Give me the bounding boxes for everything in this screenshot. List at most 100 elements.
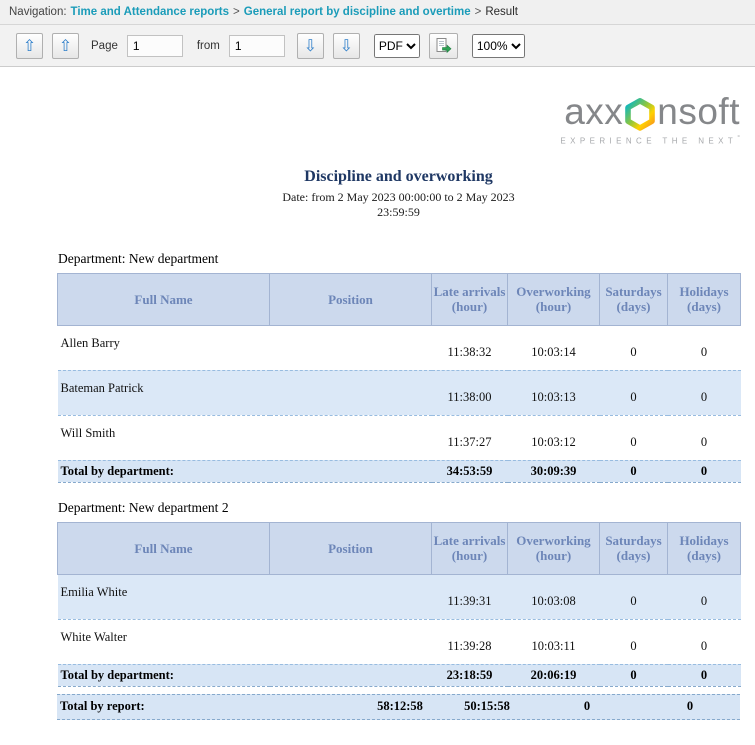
cell-holidays: 0 — [668, 325, 741, 370]
cell-late-arrivals: 11:37:27 — [432, 415, 508, 460]
report-content: Discipline and overworking Date: from 2 … — [57, 168, 740, 720]
cell-saturdays: 0 — [600, 370, 668, 415]
col-header-saturdays: Saturdays (days) — [600, 273, 668, 325]
col-header-full-name: Full Name — [58, 522, 270, 574]
breadcrumb-link-time-attendance-reports[interactable]: Time and Attendance reports — [71, 6, 229, 18]
up-arrow-icon: ⇧ — [59, 38, 72, 54]
table-row: Emilia White 11:39:31 10:03:08 0 0 — [58, 574, 741, 619]
down-arrow-icon: ⇩ — [340, 38, 353, 54]
col-header-overworking: Overworking (hour) — [508, 273, 600, 325]
department-heading-2: Department: New department 2 — [58, 500, 740, 516]
logo-tagline: EXPERIENCE THE NEXT° — [560, 135, 740, 146]
previous-page-button[interactable]: ⇧ — [52, 33, 79, 59]
total-holidays: 0 — [668, 664, 741, 686]
cell-full-name: Will Smith — [58, 415, 270, 460]
zoom-select[interactable]: 100% — [472, 34, 525, 58]
breadcrumb: Navigation: Time and Attendance reports … — [0, 0, 755, 25]
cell-full-name: Bateman Patrick — [58, 370, 270, 415]
cell-full-name: White Walter — [58, 619, 270, 664]
report-total-overworking: 50:15:58 — [457, 699, 517, 714]
cell-holidays: 0 — [668, 574, 741, 619]
report-page: axx nsoft EXPERIENCE THE NEXT° Disciplin… — [0, 93, 755, 720]
report-total-label: Total by report: — [57, 699, 343, 714]
format-select[interactable]: PDF — [374, 34, 420, 58]
cell-overworking: 10:03:11 — [508, 619, 600, 664]
table-row: Bateman Patrick 11:38:00 10:03:13 0 0 — [58, 370, 741, 415]
col-header-saturdays: Saturdays (days) — [600, 522, 668, 574]
total-pages-input[interactable] — [229, 35, 285, 57]
report-total-holidays: 0 — [657, 699, 723, 714]
report-date-line2: 23:59:59 — [57, 205, 740, 221]
total-late-arrivals: 34:53:59 — [432, 460, 508, 482]
table-row: White Walter 11:39:28 10:03:11 0 0 — [58, 619, 741, 664]
cell-holidays: 0 — [668, 415, 741, 460]
cell-late-arrivals: 11:38:32 — [432, 325, 508, 370]
cell-overworking: 10:03:13 — [508, 370, 600, 415]
breadcrumb-label: Navigation: — [9, 6, 67, 18]
cell-holidays: 0 — [668, 619, 741, 664]
breadcrumb-current: Result — [485, 6, 518, 18]
up-arrow-icon: ⇧ — [23, 38, 36, 54]
report-total-late-arrivals: 58:12:58 — [343, 699, 457, 714]
page-input[interactable] — [127, 35, 183, 57]
cell-position — [270, 325, 432, 370]
department-total-label: Total by department: — [58, 460, 432, 482]
total-saturdays: 0 — [600, 664, 668, 686]
total-holidays: 0 — [668, 460, 741, 482]
table-header-row: Full Name Position Late arrivals (hour) … — [58, 273, 741, 325]
cell-saturdays: 0 — [600, 415, 668, 460]
from-label: from — [197, 40, 220, 52]
col-header-full-name: Full Name — [58, 273, 270, 325]
cell-overworking: 10:03:14 — [508, 325, 600, 370]
discipline-table-1: Full Name Position Late arrivals (hour) … — [57, 273, 741, 483]
logo-hexagon-icon — [624, 97, 656, 131]
logo-text-left: axx — [564, 93, 623, 130]
export-icon — [435, 37, 452, 54]
report-date: Date: from 2 May 2023 00:00:00 to 2 May … — [57, 190, 740, 221]
col-header-late-arrivals: Late arrivals (hour) — [432, 522, 508, 574]
cell-late-arrivals: 11:39:31 — [432, 574, 508, 619]
department-heading-1: Department: New department — [58, 251, 740, 267]
breadcrumb-link-general-report[interactable]: General report by discipline and overtim… — [244, 6, 471, 18]
cell-saturdays: 0 — [600, 619, 668, 664]
department-total-label: Total by department: — [58, 664, 432, 686]
page-label: Page — [91, 40, 118, 52]
cell-position — [270, 370, 432, 415]
breadcrumb-separator: > — [233, 6, 240, 18]
logo-tagline-mark: ° — [737, 135, 740, 142]
cell-saturdays: 0 — [600, 574, 668, 619]
col-header-holidays: Holidays (days) — [668, 522, 741, 574]
breadcrumb-separator: > — [475, 6, 482, 18]
next-page-button[interactable]: ⇩ — [297, 33, 324, 59]
table-header-row: Full Name Position Late arrivals (hour) … — [58, 522, 741, 574]
table-row: Will Smith 11:37:27 10:03:12 0 0 — [58, 415, 741, 460]
department-total-row: Total by department: 23:18:59 20:06:19 0… — [58, 664, 741, 686]
table-row: Allen Barry 11:38:32 10:03:14 0 0 — [58, 325, 741, 370]
cell-position — [270, 619, 432, 664]
logo-text-right: nsoft — [657, 93, 740, 130]
report-total-saturdays: 0 — [517, 699, 657, 714]
cell-saturdays: 0 — [600, 325, 668, 370]
axxonsoft-logo: axx nsoft EXPERIENCE THE NEXT° — [0, 93, 755, 146]
toolbar: ⇧ ⇧ Page from ⇩ ⇩ PDF 100% — [0, 25, 755, 67]
total-saturdays: 0 — [600, 460, 668, 482]
cell-position — [270, 574, 432, 619]
cell-late-arrivals: 11:38:00 — [432, 370, 508, 415]
col-header-late-arrivals: Late arrivals (hour) — [432, 273, 508, 325]
export-button[interactable] — [429, 33, 458, 59]
down-arrow-icon: ⇩ — [304, 38, 317, 54]
last-page-button[interactable]: ⇩ — [333, 33, 360, 59]
first-page-button[interactable]: ⇧ — [16, 33, 43, 59]
report-total-row: Total by report: 58:12:58 50:15:58 0 0 — [57, 694, 740, 720]
cell-holidays: 0 — [668, 370, 741, 415]
report-date-line1: Date: from 2 May 2023 00:00:00 to 2 May … — [57, 190, 740, 206]
cell-full-name: Emilia White — [58, 574, 270, 619]
department-total-row: Total by department: 34:53:59 30:09:39 0… — [58, 460, 741, 482]
total-overworking: 30:09:39 — [508, 460, 600, 482]
total-overworking: 20:06:19 — [508, 664, 600, 686]
discipline-table-2: Full Name Position Late arrivals (hour) … — [57, 522, 741, 687]
col-header-holidays: Holidays (days) — [668, 273, 741, 325]
cell-overworking: 10:03:12 — [508, 415, 600, 460]
col-header-position: Position — [270, 522, 432, 574]
col-header-overworking: Overworking (hour) — [508, 522, 600, 574]
